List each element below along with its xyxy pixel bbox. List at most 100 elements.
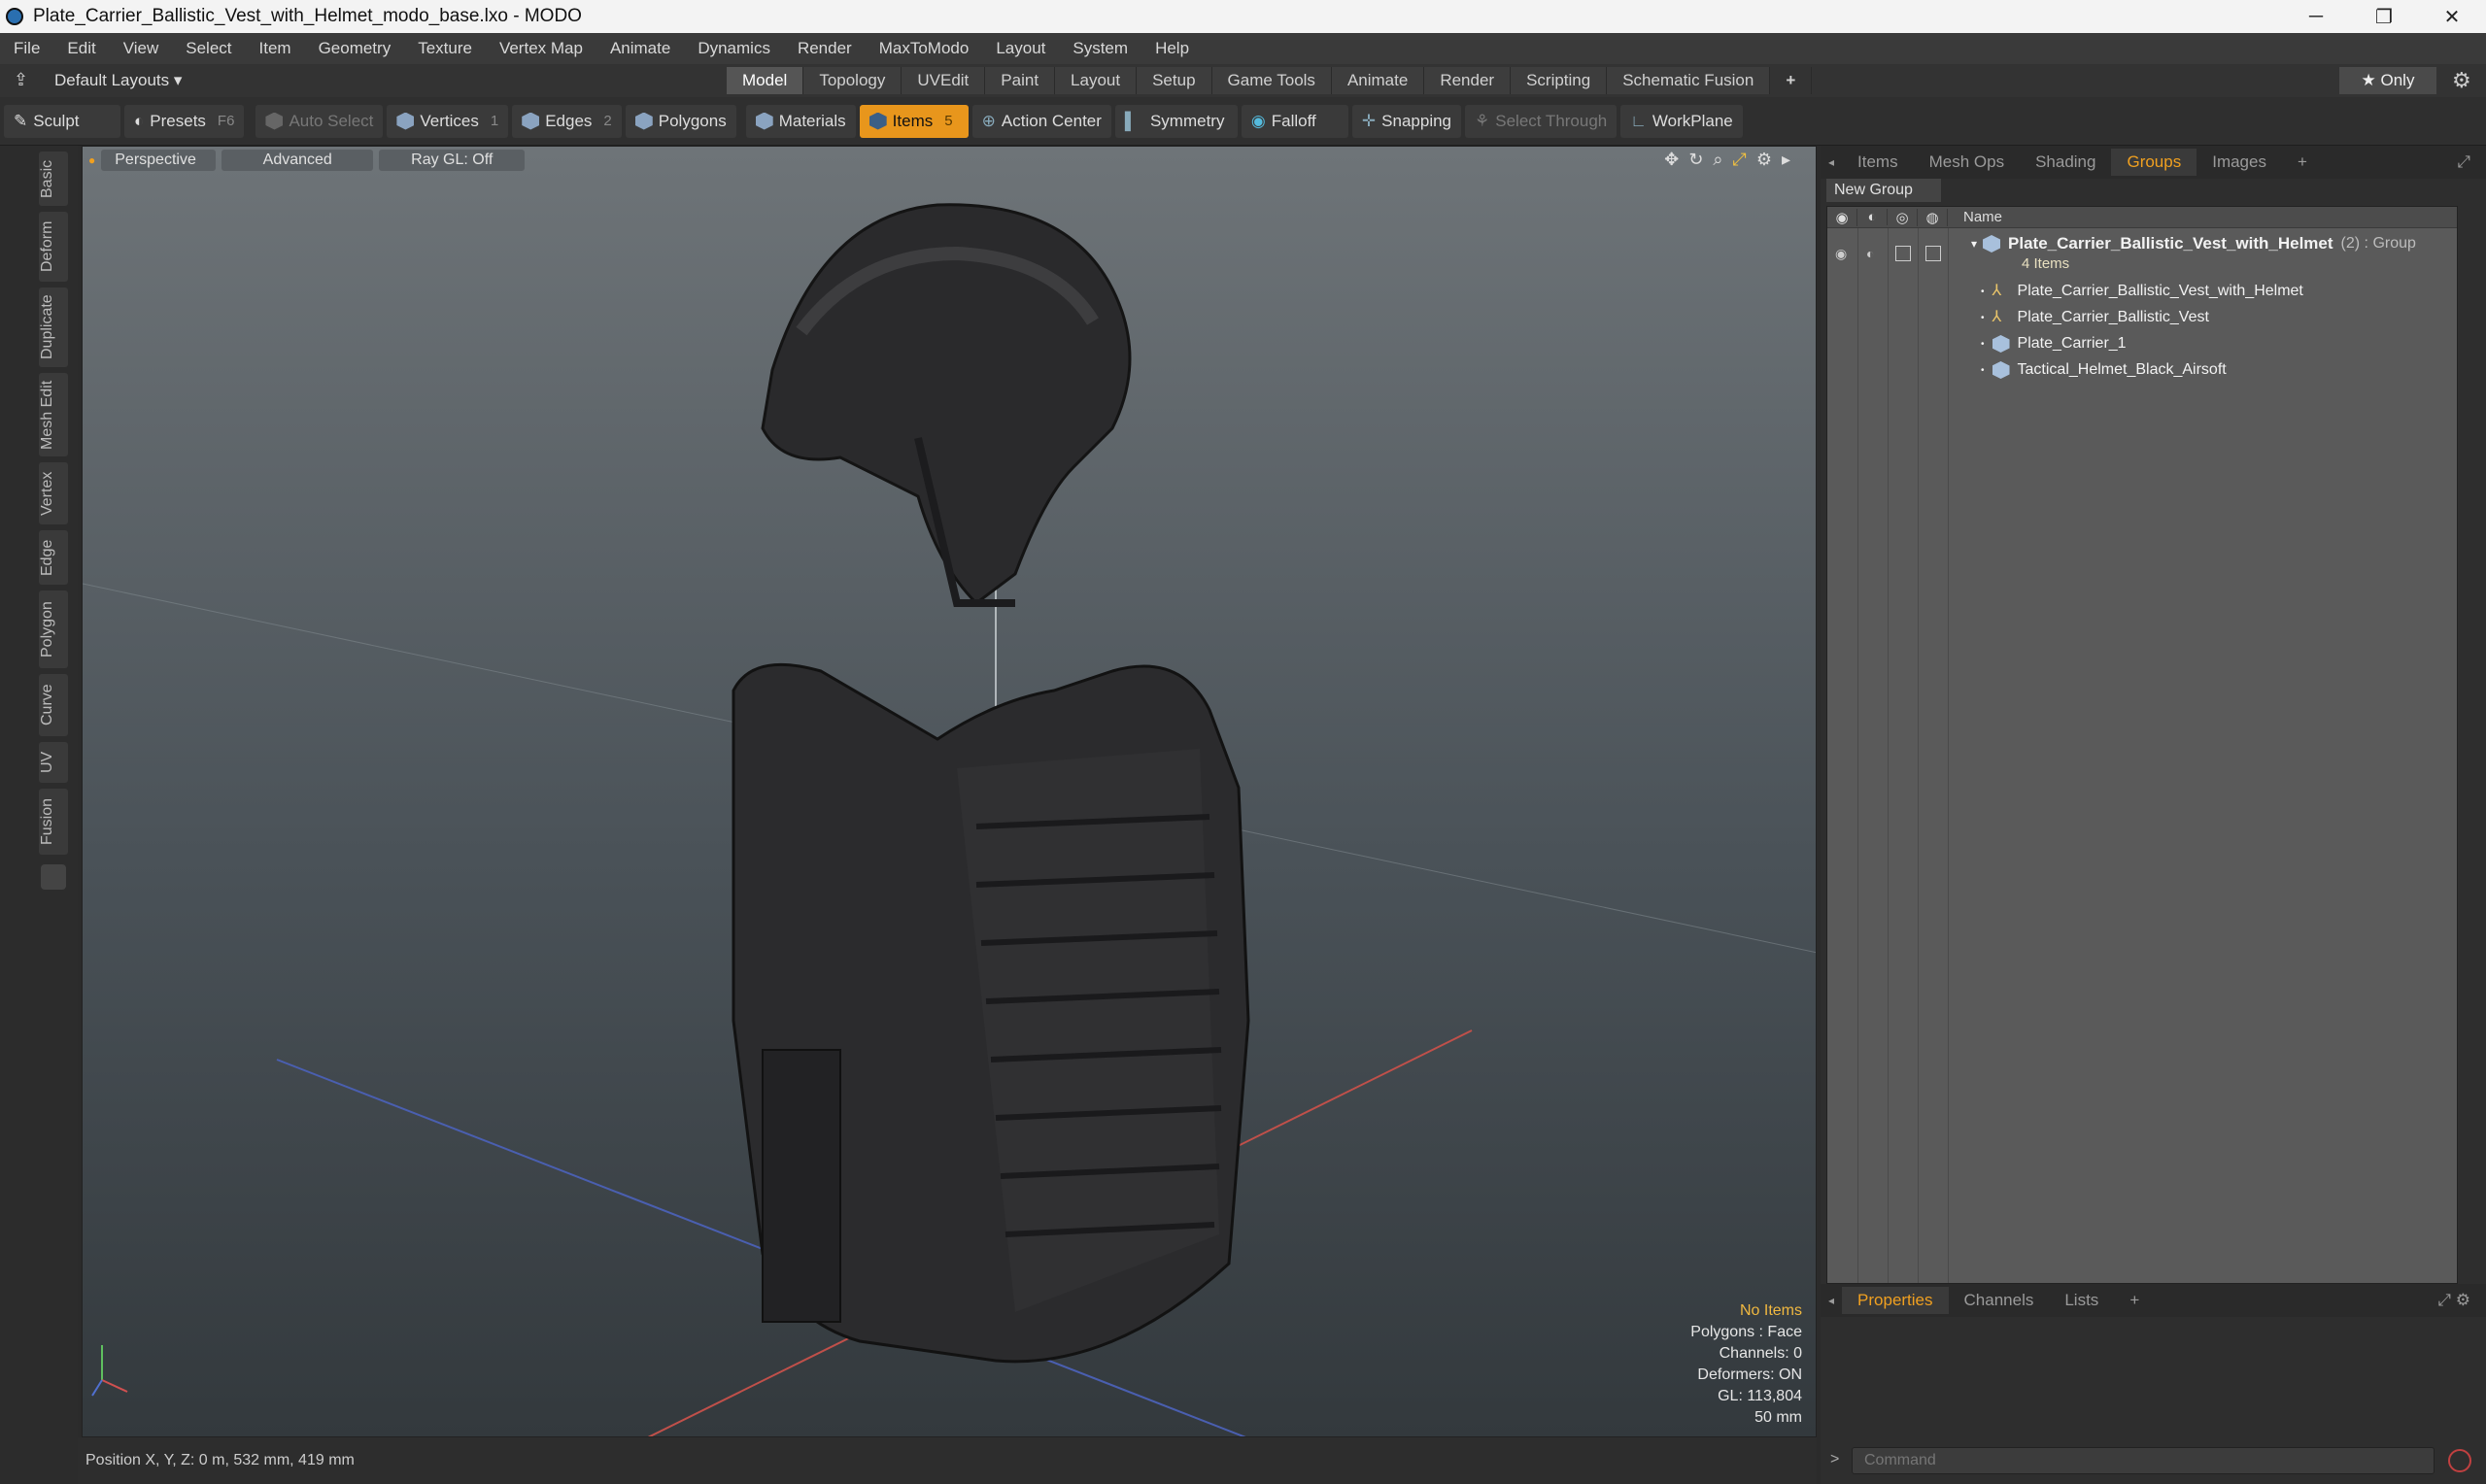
add-tab-button[interactable]: + [1770,67,1813,94]
select-through-button[interactable]: ⚘ Select Through [1465,104,1618,138]
panel-expand-icon[interactable]: ⤢ [2441,152,2486,172]
symmetry-button[interactable]: ▌ Symmetry [1114,104,1238,138]
action-center-button[interactable]: ⊕ Action Center [971,104,1111,138]
lock-column-icon[interactable]: ◎ [1888,208,1918,226]
side-tab-uv[interactable]: UV [39,742,68,783]
menu-system[interactable]: System [1059,39,1141,58]
vertices-button[interactable]: Vertices 1 [387,104,509,138]
menu-render[interactable]: Render [784,39,866,58]
tab-topology[interactable]: Topology [803,67,902,94]
side-tab-fusion[interactable]: Fusion [39,789,68,855]
tab-lists[interactable]: Lists [2049,1291,2114,1310]
strip-toggle-button[interactable] [41,864,66,890]
list-item[interactable]: • Plate_Carrier_1 [1981,335,2127,353]
side-tab-basic[interactable]: Basic [39,152,68,206]
list-item[interactable]: • ⅄ Plate_Carrier_Ballistic_Vest [1981,309,2209,326]
tab-animate[interactable]: Animate [1331,67,1425,94]
menu-vertex-map[interactable]: Vertex Map [486,39,596,58]
add-panel-tab-button[interactable]: + [2282,152,2323,172]
command-prompt-icon: > [1830,1451,1840,1467]
group-lock-checkbox[interactable] [1895,246,1911,261]
menu-animate[interactable]: Animate [596,39,684,58]
items-button[interactable]: Items 5 [859,104,969,138]
tab-paint[interactable]: Paint [985,67,1056,94]
menu-file[interactable]: File [0,39,53,58]
tab-shading[interactable]: Shading [2020,152,2111,172]
materials-button[interactable]: Materials [745,104,856,138]
3d-viewport[interactable]: ● Perspective Advanced Ray GL: Off ✥ ↻ ⌕… [82,146,1817,1437]
group-eye-icon[interactable]: ◉ [1835,246,1847,262]
group-select-checkbox[interactable] [1925,246,1941,261]
render-column-icon[interactable]: ◐ [1857,209,1888,225]
tab-game-tools[interactable]: Game Tools [1211,67,1332,94]
properties-expand-icon[interactable]: ⤢ ⚙ [2422,1291,2486,1310]
menu-help[interactable]: Help [1141,39,1203,58]
menu-item[interactable]: Item [246,39,305,58]
axis-gizmo [91,1345,128,1397]
side-tab-vertex[interactable]: Vertex [39,462,68,524]
tab-layout[interactable]: Layout [1055,67,1138,94]
add-properties-tab-button[interactable]: + [2114,1291,2155,1310]
action-center-icon: ⊕ [981,111,996,130]
tab-uvedit[interactable]: UVEdit [902,67,986,94]
list-item[interactable]: • ⅄ Plate_Carrier_Ballistic_Vest_with_He… [1981,283,2303,300]
tab-mesh-ops[interactable]: Mesh Ops [1914,152,2020,172]
close-button[interactable]: ✕ [2418,0,2486,33]
tab-images[interactable]: Images [2197,152,2282,172]
group-row[interactable]: ▾ Plate_Carrier_Ballistic_Vest_with_Helm… [1971,234,2416,253]
panel-menu-icon[interactable]: ◂ [1821,155,1842,169]
side-tab-polygon[interactable]: Polygon [39,590,68,668]
menu-texture[interactable]: Texture [404,39,486,58]
tab-scripting[interactable]: Scripting [1511,67,1608,94]
tab-items[interactable]: Items [1842,152,1914,172]
presets-button[interactable]: ◐ Presets F6 [124,104,245,138]
workplane-button[interactable]: ∟ WorkPlane [1620,104,1743,138]
item-dot-icon: • [1981,338,1985,350]
command-input[interactable] [1852,1447,2435,1474]
tab-groups[interactable]: Groups [2111,149,2197,176]
tab-channels[interactable]: Channels [1949,1291,2050,1310]
side-tab-edge[interactable]: Edge [39,530,68,585]
list-item[interactable]: • Tactical_Helmet_Black_Airsoft [1981,361,2227,379]
menu-geometry[interactable]: Geometry [305,39,405,58]
status-bar: Position X, Y, Z: 0 m, 532 mm, 419 mm [78,1437,1817,1484]
falloff-button[interactable]: ◉ Falloff [1241,104,1348,138]
menu-view[interactable]: View [110,39,173,58]
restore-button[interactable]: ❐ [2350,0,2418,33]
polygons-button[interactable]: Polygons [625,104,736,138]
side-tab-duplicate[interactable]: Duplicate [39,287,68,367]
group-render-icon[interactable]: ◐ [1866,246,1874,261]
menu-maxtomodo[interactable]: MaxToModo [866,39,983,58]
new-group-button[interactable]: New Group [1826,179,1941,202]
layout-bar: ⇪ Default Layouts ▾ Model Topology UVEdi… [0,64,2486,97]
panel-menu-icon[interactable]: ◂ [1821,1294,1842,1307]
column-divider [1918,228,1919,1283]
only-button[interactable]: ★ Only [2339,67,2436,94]
auto-select-button[interactable]: Auto Select [255,104,384,138]
minimize-button[interactable]: ─ [2282,0,2350,33]
gear-icon[interactable]: ⚙ [2452,68,2471,93]
menu-layout[interactable]: Layout [982,39,1059,58]
select-column-icon[interactable]: ◍ [1918,208,1948,226]
menu-edit[interactable]: Edit [53,39,109,58]
sculpt-button[interactable]: ✎ Sculpt [4,104,120,138]
command-record-icon[interactable] [2448,1449,2471,1472]
side-tab-mesh-edit[interactable]: Mesh Edit [39,373,68,456]
tab-schematic-fusion[interactable]: Schematic Fusion [1607,67,1771,94]
tab-model[interactable]: Model [727,67,804,94]
collapse-icon[interactable]: ▾ [1971,237,1977,251]
menu-bar: File Edit View Select Item Geometry Text… [0,33,2486,64]
tab-setup[interactable]: Setup [1137,67,1212,94]
menu-select[interactable]: Select [172,39,245,58]
edges-button[interactable]: Edges 2 [512,104,622,138]
position-readout: Position X, Y, Z: 0 m, 532 mm, 419 mm [85,1452,355,1468]
tab-render[interactable]: Render [1424,67,1512,94]
side-tab-curve[interactable]: Curve [39,674,68,736]
side-tab-deform[interactable]: Deform [39,212,68,282]
snapping-button[interactable]: ✛ Snapping [1351,104,1462,138]
default-layouts-dropdown[interactable]: Default Layouts ▾ [0,71,191,90]
visibility-column-icon[interactable]: ◉ [1827,208,1857,226]
menu-dynamics[interactable]: Dynamics [684,39,784,58]
tab-properties[interactable]: Properties [1842,1287,1949,1314]
layout-arrow-icon[interactable]: ⇪ [14,70,28,90]
